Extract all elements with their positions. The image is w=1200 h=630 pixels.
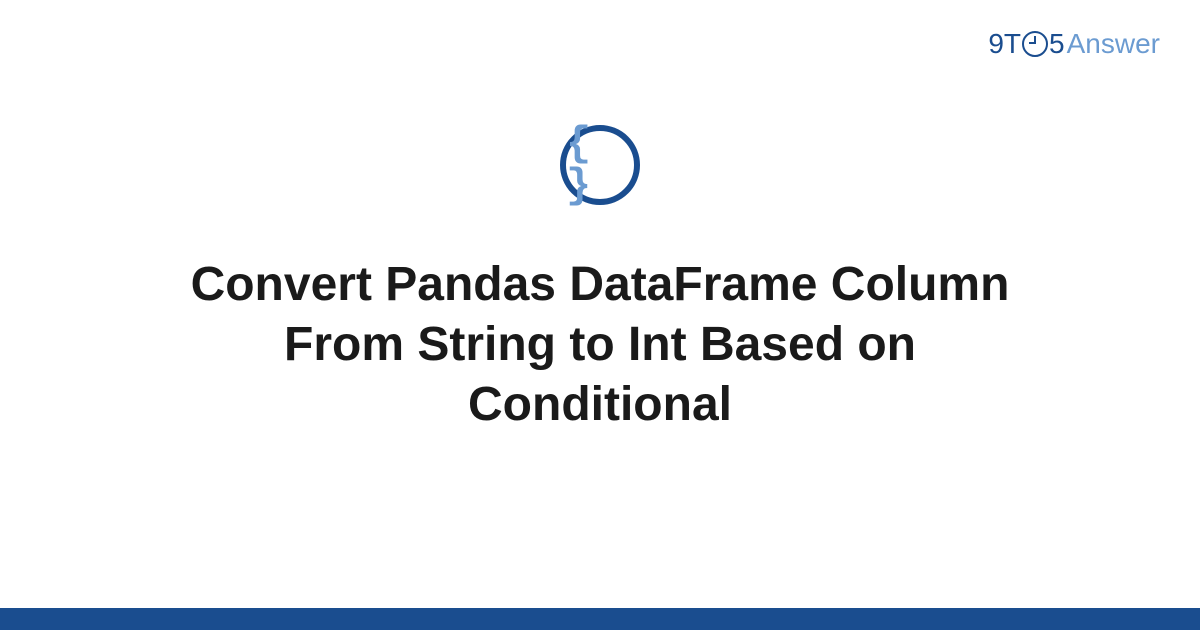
braces-glyph: { } bbox=[566, 123, 634, 207]
page-title: Convert Pandas DataFrame Column From Str… bbox=[140, 255, 1060, 435]
bottom-accent-bar bbox=[0, 608, 1200, 630]
braces-icon: { } bbox=[560, 125, 640, 205]
logo-text-9t: 9T bbox=[988, 28, 1021, 60]
main-content: { } Convert Pandas DataFrame Column From… bbox=[0, 125, 1200, 435]
site-logo: 9T 5 Answer bbox=[988, 28, 1160, 60]
clock-icon bbox=[1022, 31, 1048, 57]
logo-text-5: 5 bbox=[1049, 28, 1065, 60]
logo-text-answer: Answer bbox=[1067, 28, 1160, 60]
